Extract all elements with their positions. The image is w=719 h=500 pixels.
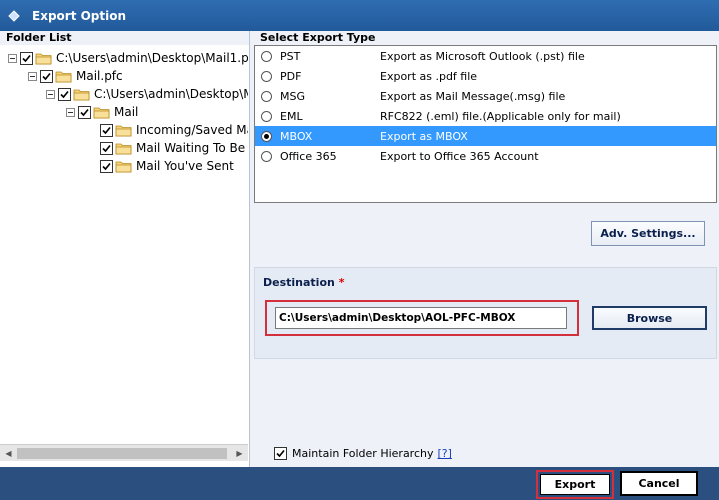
export-type-description: Export as .pdf file [380, 69, 478, 83]
maintain-hierarchy-label: Maintain Folder Hierarchy [292, 447, 434, 460]
tree-item[interactable]: Incoming/Saved Mai [100, 121, 248, 139]
export-type-header: Select Export Type [260, 31, 376, 44]
export-type-description: Export as Microsoft Outlook (.pst) file [380, 49, 585, 63]
tree-item-label: Mail You've Sent [136, 159, 234, 173]
tree-item[interactable]: C:\Users\admin\Desktop\Ma [46, 85, 248, 103]
tree-item-checkbox[interactable] [100, 141, 113, 155]
tree-item-checkbox[interactable] [100, 123, 113, 137]
folder-icon [55, 70, 72, 83]
scrollbar-thumb[interactable] [17, 448, 227, 459]
export-type-list[interactable]: PST Export as Microsoft Outlook (.pst) fi… [254, 45, 717, 203]
tree-item[interactable]: Mail.pfc [28, 67, 123, 85]
maintain-hierarchy-option[interactable]: Maintain Folder Hierarchy [?] [274, 447, 452, 460]
destination-highlight [265, 300, 579, 336]
export-type-description: RFC822 (.eml) file.(Applicable only for … [380, 109, 621, 123]
export-highlight: Export [536, 470, 614, 499]
tree-item-checkbox[interactable] [58, 87, 71, 101]
tree-item-label: Mail [114, 105, 139, 119]
export-type-name: PDF [280, 69, 302, 83]
scroll-left-icon[interactable]: ◀ [0, 445, 17, 462]
destination-path-input[interactable] [275, 307, 567, 329]
export-type-name: MSG [280, 89, 305, 103]
tree-item-label: C:\Users\admin\Desktop\Mail1.pfc [56, 51, 248, 65]
tree-item-label: C:\Users\admin\Desktop\Ma [94, 87, 248, 101]
folder-icon [35, 52, 52, 65]
folder-list-header: Folder List [0, 31, 249, 45]
tree-item[interactable]: Mail [66, 103, 138, 121]
cancel-button[interactable]: Cancel [620, 471, 698, 496]
folder-icon [115, 124, 132, 137]
radio-button[interactable] [261, 110, 272, 122]
export-type-description: Export as Mail Message(.msg) file [380, 89, 566, 103]
radio-button[interactable] [261, 90, 272, 102]
folder-tree[interactable]: C:\Users\admin\Desktop\Mail1.pfc Mail.pfc… [0, 45, 248, 444]
adv-settings-button[interactable]: Adv. Settings... [591, 221, 705, 246]
destination-group: Destination * Browse [254, 267, 717, 359]
dialog-body: Folder List C:\Users\admin\Desktop\Mail1… [0, 31, 719, 467]
scroll-right-icon[interactable]: ▶ [231, 445, 248, 462]
export-type-option[interactable]: PDF Export as .pdf file [255, 66, 716, 86]
tree-item[interactable]: Mail You've Sent [100, 157, 234, 175]
export-type-option[interactable]: Office 365 Export to Office 365 Account [255, 146, 716, 166]
destination-label: Destination * [263, 276, 344, 289]
export-type-option[interactable]: EML RFC822 (.eml) file.(Applicable only f… [255, 106, 716, 126]
folder-icon [93, 106, 110, 119]
window-title: Export Option [32, 8, 127, 23]
export-type-option[interactable]: MBOX Export as MBOX [255, 126, 716, 146]
tree-item-checkbox[interactable] [78, 105, 91, 119]
tree-item-checkbox[interactable] [40, 69, 53, 83]
tree-item-label: Mail.pfc [76, 69, 123, 83]
export-settings-pane: Select Export Type PST Export as Microsof… [252, 31, 719, 467]
export-type-name: PST [280, 49, 301, 63]
title-bar: Export Option [0, 0, 719, 31]
radio-button[interactable] [261, 150, 272, 162]
tree-item-label: Mail Waiting To Be S [136, 141, 248, 155]
folder-icon [115, 142, 132, 155]
tree-item[interactable]: Mail Waiting To Be S [100, 139, 248, 157]
collapse-icon[interactable] [66, 107, 75, 117]
tree-item-checkbox[interactable] [100, 159, 113, 173]
export-type-option[interactable]: PST Export as Microsoft Outlook (.pst) fi… [255, 46, 716, 66]
radio-button[interactable] [261, 50, 272, 62]
tree-item-checkbox[interactable] [20, 51, 33, 65]
export-type-name: Office 365 [280, 149, 337, 163]
export-type-name: MBOX [280, 129, 313, 143]
app-icon [6, 8, 22, 24]
export-type-description: Export to Office 365 Account [380, 149, 539, 163]
folder-icon [73, 88, 90, 101]
destination-label-text: Destination [263, 276, 335, 289]
collapse-icon[interactable] [8, 53, 17, 63]
collapse-icon[interactable] [46, 89, 55, 99]
export-type-option[interactable]: MSG Export as Mail Message(.msg) file [255, 86, 716, 106]
folder-icon [115, 160, 132, 173]
radio-button[interactable] [261, 130, 272, 142]
export-type-name: EML [280, 109, 303, 123]
export-button[interactable]: Export [540, 474, 610, 495]
tree-item[interactable]: C:\Users\admin\Desktop\Mail1.pfc [8, 49, 248, 67]
radio-button[interactable] [261, 70, 272, 82]
help-link[interactable]: [?] [438, 447, 452, 460]
required-marker: * [338, 276, 345, 289]
horizontal-scrollbar[interactable]: ◀ ▶ [0, 444, 248, 461]
tree-item-label: Incoming/Saved Mai [136, 123, 248, 137]
collapse-icon[interactable] [28, 71, 37, 81]
export-type-description: Export as MBOX [380, 129, 468, 143]
folder-list-pane: Folder List C:\Users\admin\Desktop\Mail1… [0, 31, 250, 467]
footer-bar: Export Cancel [0, 467, 719, 500]
maintain-hierarchy-checkbox[interactable] [274, 447, 287, 460]
browse-button[interactable]: Browse [592, 306, 707, 330]
